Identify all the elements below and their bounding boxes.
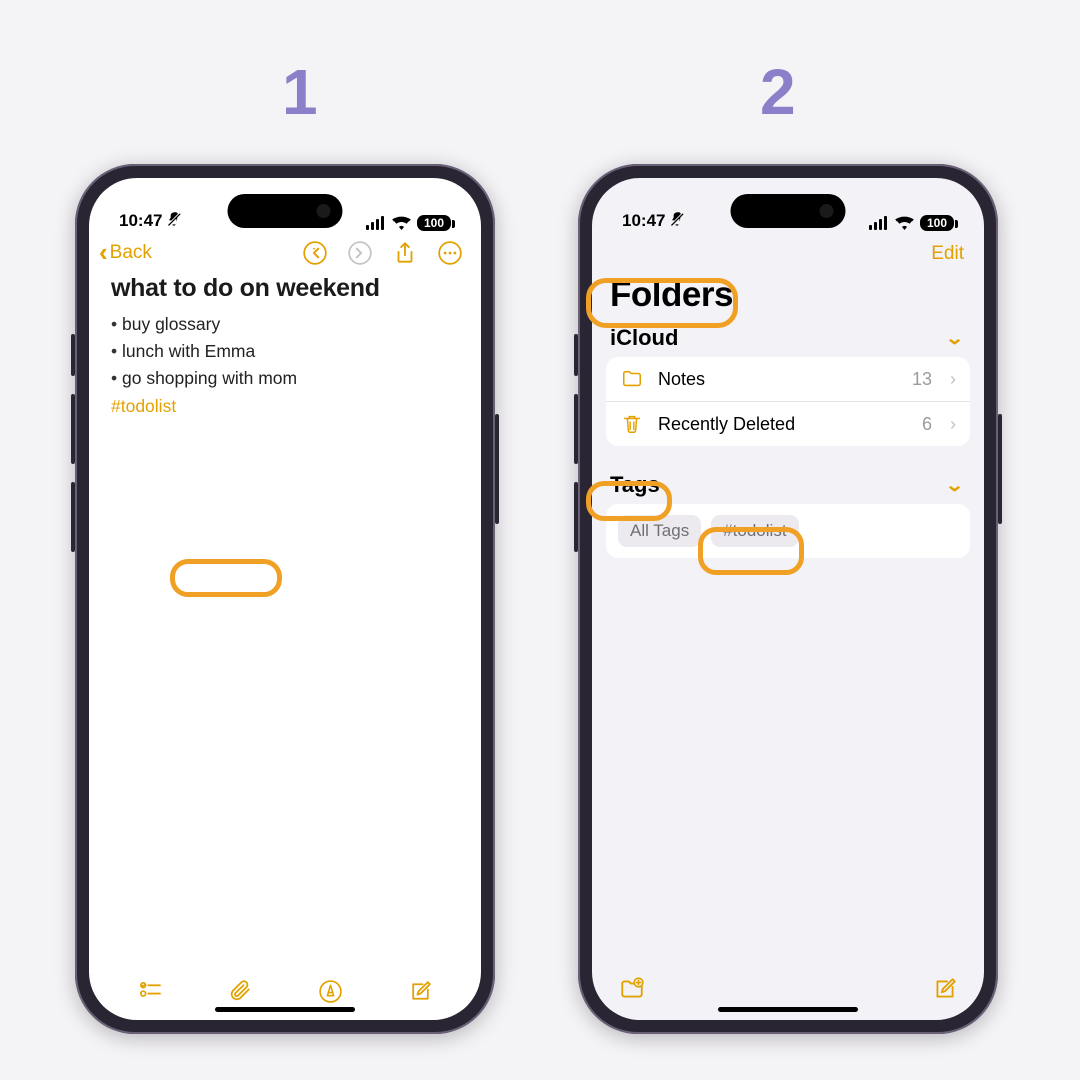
icloud-section-header[interactable]: iCloud ⌄ (592, 325, 984, 357)
step-1-label: 1 (282, 55, 318, 129)
folder-label: Notes (658, 369, 898, 390)
silent-mode-icon (166, 211, 182, 231)
checklist-button[interactable] (137, 978, 164, 1005)
silent-mode-icon (669, 211, 685, 231)
tag-chip-todolist[interactable]: #todolist (711, 515, 798, 547)
cellular-signal-icon (366, 216, 386, 230)
compose-button[interactable] (931, 975, 958, 1002)
step-2-label: 2 (760, 55, 796, 129)
cellular-signal-icon (869, 216, 889, 230)
section-label: iCloud (610, 325, 678, 351)
battery-icon: 100 (920, 215, 954, 231)
tags-section-header[interactable]: Tags ⌄ (592, 472, 984, 504)
status-time: 10:47 (119, 211, 162, 231)
note-navbar: ‹ Back (89, 233, 481, 270)
note-tag[interactable]: #todolist (111, 396, 176, 417)
dynamic-island (228, 194, 343, 228)
list-item: go shopping with mom (111, 365, 459, 392)
phone-frame-2: 10:47 100 Edit Folders iCloud ⌄ (578, 164, 998, 1034)
folders-navbar: Edit (592, 233, 984, 269)
folder-count: 6 (922, 414, 932, 435)
chevron-right-icon: › (950, 369, 956, 390)
folder-row-notes[interactable]: Notes 13 › (606, 357, 970, 401)
wifi-icon (895, 216, 914, 230)
folder-count: 13 (912, 369, 932, 390)
phone-frame-1: 10:47 100 ‹ Back (75, 164, 495, 1034)
home-indicator[interactable] (215, 1007, 355, 1012)
more-button[interactable] (436, 239, 463, 266)
home-indicator[interactable] (718, 1007, 858, 1012)
chevron-down-icon: ⌄ (945, 475, 965, 496)
status-time: 10:47 (622, 211, 665, 231)
note-title: what to do on weekend (111, 274, 459, 303)
chevron-down-icon: ⌄ (945, 328, 965, 349)
folder-row-recently-deleted[interactable]: Recently Deleted 6 › (606, 401, 970, 446)
chevron-left-icon: ‹ (99, 245, 108, 261)
page-title: Folders (610, 275, 733, 315)
section-label: Tags (610, 472, 660, 498)
folder-label: Recently Deleted (658, 414, 908, 435)
edit-button[interactable]: Edit (931, 243, 964, 265)
chevron-right-icon: › (950, 414, 956, 435)
folder-list: Notes 13 › Recently Deleted 6 › (606, 357, 970, 446)
battery-icon: 100 (417, 215, 451, 231)
tag-list: All Tags #todolist (606, 504, 970, 558)
back-label: Back (110, 242, 152, 264)
new-folder-button[interactable] (618, 975, 645, 1002)
compose-button[interactable] (407, 978, 434, 1005)
list-item: lunch with Emma (111, 338, 459, 365)
undo-button[interactable] (301, 239, 328, 266)
markup-button[interactable] (317, 978, 344, 1005)
note-content[interactable]: what to do on weekend buy glossary lunch… (89, 270, 481, 964)
redo-button[interactable] (346, 239, 373, 266)
wifi-icon (392, 216, 411, 230)
dynamic-island (731, 194, 846, 228)
attachment-button[interactable] (227, 978, 254, 1005)
share-button[interactable] (391, 239, 418, 266)
list-item: buy glossary (111, 311, 459, 338)
tag-chip-all[interactable]: All Tags (618, 515, 701, 547)
trash-icon (620, 413, 644, 435)
folders-toolbar (592, 975, 984, 1002)
folder-icon (620, 368, 644, 390)
back-button[interactable]: ‹ Back (99, 242, 152, 264)
